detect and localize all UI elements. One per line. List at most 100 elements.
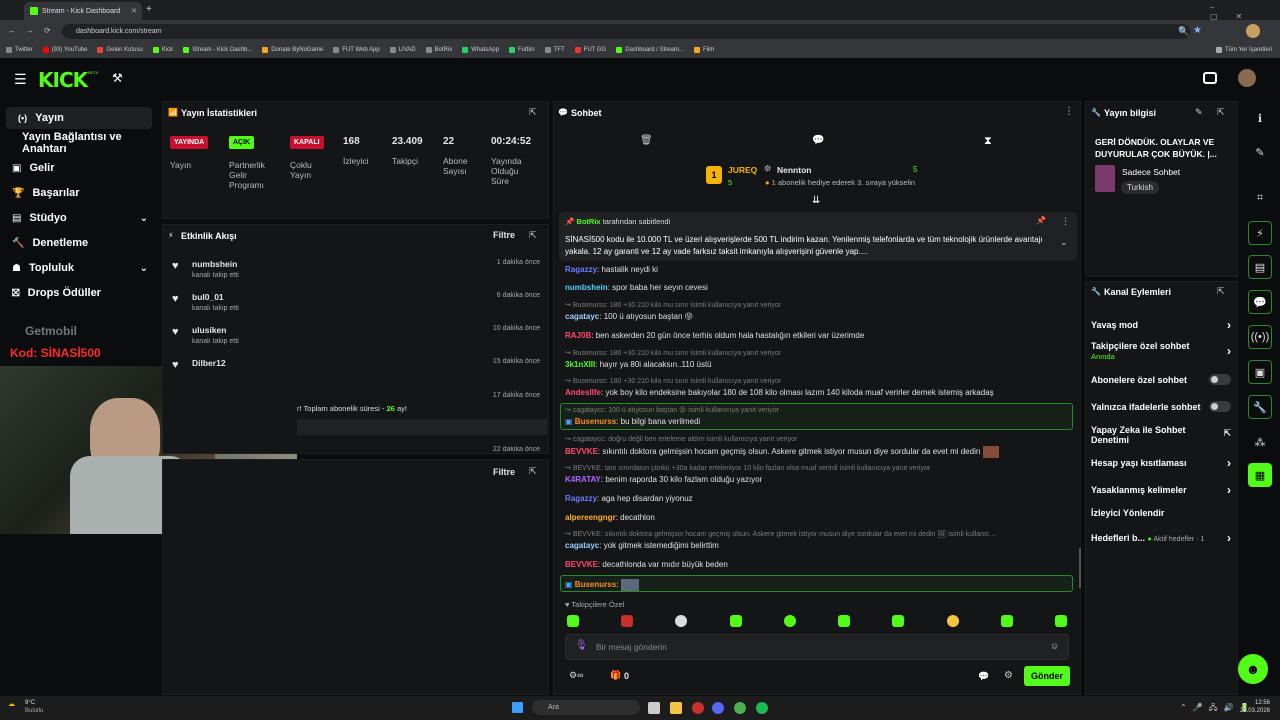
- raid-row[interactable]: İzleyici Yönlendir: [1091, 508, 1231, 518]
- wrench-icon[interactable]: 🔧: [1248, 395, 1272, 419]
- unpin-icon[interactable]: 📌: [1036, 216, 1046, 225]
- goals-row[interactable]: Hedefleri b... ● Aktif hedefler · 1 ›: [1091, 531, 1231, 545]
- edit-icon[interactable]: ✎: [1195, 107, 1203, 118]
- emote-only-toggle[interactable]: [1209, 401, 1231, 412]
- bookmark-item[interactable]: Stream - Kick Dashb...: [183, 47, 252, 53]
- emote-icon[interactable]: [1000, 615, 1013, 627]
- secondary-filter-button[interactable]: Filtre: [493, 467, 515, 477]
- chat-username[interactable]: Ragazzy: [565, 265, 597, 274]
- chat-icon[interactable]: 💬: [812, 135, 824, 146]
- spotify-icon[interactable]: [756, 702, 768, 714]
- subscribers-only-row[interactable]: Abonelere özel sohbet: [1091, 374, 1231, 385]
- bookmark-item[interactable]: TFT: [544, 47, 565, 53]
- sidebar-item-revenue[interactable]: ▣ Gelir: [0, 157, 160, 179]
- emote-icon[interactable]: [838, 615, 851, 627]
- taskbar-search[interactable]: Ara: [532, 700, 640, 715]
- windows-start-icon[interactable]: [512, 702, 523, 713]
- sidebar-item-drops[interactable]: ⛝ Drops Ödüller: [0, 282, 160, 304]
- chat-username[interactable]: numbshein: [565, 283, 608, 292]
- browser-tab[interactable]: Stream - Kick Dashboard ✕: [24, 2, 142, 20]
- zoom-icon[interactable]: 🔍: [1178, 26, 1189, 37]
- info-icon[interactable]: ℹ: [1248, 106, 1272, 130]
- chat-username[interactable]: Andesllfe: [565, 388, 601, 397]
- sidebar-item-achievements[interactable]: 🏆 Başarılar: [0, 182, 160, 204]
- infinite-icon[interactable]: ⚙∞: [569, 670, 583, 681]
- slow-mode-row[interactable]: Yavaş mod ›: [1091, 318, 1231, 332]
- leader-name[interactable]: Nennton: [777, 165, 811, 175]
- sidebar-item-stream-key[interactable]: Yayın Bağlantısı ve Anahtarı: [0, 131, 162, 155]
- bookmark-item[interactable]: FUT GG: [574, 47, 606, 53]
- bookmark-item[interactable]: Futbin: [508, 47, 535, 53]
- emote-icon[interactable]: [783, 615, 796, 627]
- chrome-icon[interactable]: [734, 702, 746, 714]
- chat-input-placeholder[interactable]: Bir mesaj gönderin: [596, 642, 667, 652]
- popout-icon[interactable]: ⇱: [529, 107, 537, 118]
- bookmark-item[interactable]: BotRix: [425, 47, 452, 53]
- emoji-icon[interactable]: ☺: [1050, 641, 1059, 651]
- popout-icon[interactable]: ⇱: [1217, 107, 1225, 118]
- chat-scrollbar[interactable]: [1079, 548, 1081, 588]
- emote-icon[interactable]: [892, 615, 905, 627]
- community-icon[interactable]: ⁂: [1248, 430, 1272, 454]
- sidebar-item-stream[interactable]: (•) Yayın: [6, 107, 152, 129]
- emote-icon[interactable]: [729, 615, 742, 627]
- chat-username[interactable]: alpereengngr: [565, 513, 616, 522]
- chevron-down-icon[interactable]: ⌄: [1060, 237, 1068, 248]
- activity-user[interactable]: ulusiken: [192, 325, 226, 335]
- file-explorer-icon[interactable]: [670, 702, 682, 714]
- chat-username[interactable]: cagatayc: [565, 312, 599, 321]
- edit-icon[interactable]: ✎: [1248, 140, 1272, 164]
- emote-icon[interactable]: [1054, 615, 1067, 627]
- chat-username[interactable]: Ragazzy: [565, 494, 597, 503]
- bookmark-item[interactable]: FUT Web App: [333, 47, 380, 53]
- new-tab-icon[interactable]: +: [146, 4, 152, 15]
- more-icon[interactable]: ⋮: [1061, 216, 1070, 227]
- bookmark-item[interactable]: Dashboard / Stream...: [616, 47, 684, 53]
- obs-icon[interactable]: [692, 702, 704, 714]
- sidebar-item-moderation[interactable]: 🔨 Denetleme: [0, 232, 160, 254]
- all-bookmarks[interactable]: Tüm Yer İşaretleri: [1215, 47, 1272, 53]
- account-age-row[interactable]: Hesap yaşı kısıtlaması ›: [1091, 456, 1231, 470]
- url-input[interactable]: dashboard.kick.com/stream: [62, 24, 1190, 39]
- add-widget-icon[interactable]: ▦: [1248, 463, 1272, 487]
- user-avatar[interactable]: [1238, 69, 1256, 87]
- focus-icon[interactable]: ⌗: [1248, 186, 1272, 210]
- chat-settings-bubble-icon[interactable]: 💬: [978, 671, 989, 682]
- chat-username[interactable]: BEVVKE: [565, 447, 598, 456]
- emote-icon[interactable]: [567, 615, 579, 627]
- lightning-icon[interactable]: ⚡: [1248, 221, 1272, 245]
- close-tab-icon[interactable]: ✕: [131, 7, 137, 15]
- bookmark-icon[interactable]: ▣: [1248, 360, 1272, 384]
- bookmark-item[interactable]: LIVAD: [389, 47, 416, 53]
- more-icon[interactable]: ⋮: [1064, 106, 1074, 117]
- ai-moderation-row[interactable]: Yapay Zeka ile Sohbet Denetimi ⇱: [1091, 425, 1231, 445]
- hourglass-icon[interactable]: ⧗: [984, 135, 992, 148]
- kick-logo[interactable]: KICK: [38, 68, 88, 92]
- nav-buttons[interactable]: ←→⟳: [8, 26, 61, 35]
- chat-username[interactable]: BEVVKE: [565, 560, 598, 569]
- bookmark-item[interactable]: Donate ByNoGame: [262, 47, 323, 53]
- leader-name[interactable]: JUREQ: [728, 165, 757, 175]
- banned-words-row[interactable]: Yasaklanmış kelimeler ›: [1091, 483, 1231, 497]
- task-view-icon[interactable]: [648, 702, 660, 714]
- subscribers-only-toggle[interactable]: [1209, 374, 1231, 385]
- chat-username[interactable]: K4RATAY: [565, 475, 601, 484]
- popout-icon[interactable]: ⇱: [1217, 286, 1225, 297]
- activity-filter-button[interactable]: Filtre: [493, 230, 515, 240]
- emote-icon[interactable]: [675, 615, 688, 627]
- pinned-user[interactable]: BotRix: [576, 217, 600, 226]
- bookmark-item[interactable]: Kick: [152, 47, 173, 53]
- bookmark-star-icon[interactable]: ★: [1193, 25, 1202, 36]
- profile-avatar[interactable]: [1246, 24, 1260, 38]
- chat-username[interactable]: Busenurss: [575, 417, 616, 426]
- send-button[interactable]: Gönder: [1024, 666, 1070, 686]
- gift-box-icon[interactable]: 🎁: [610, 670, 621, 681]
- window-controls[interactable]: –▢✕: [1210, 3, 1280, 21]
- chat-username[interactable]: Busenurss: [575, 580, 616, 589]
- emote-icon[interactable]: [621, 615, 634, 627]
- activity-user[interactable]: bul0_01: [192, 292, 224, 302]
- menu-icon[interactable]: ☰: [14, 71, 27, 88]
- bookmark-item[interactable]: (93) YouTube: [42, 47, 87, 53]
- sidebar-item-studio[interactable]: ▤ Stüdyo ⌄: [0, 207, 160, 229]
- chat-username[interactable]: 3k1nXIII: [565, 360, 595, 369]
